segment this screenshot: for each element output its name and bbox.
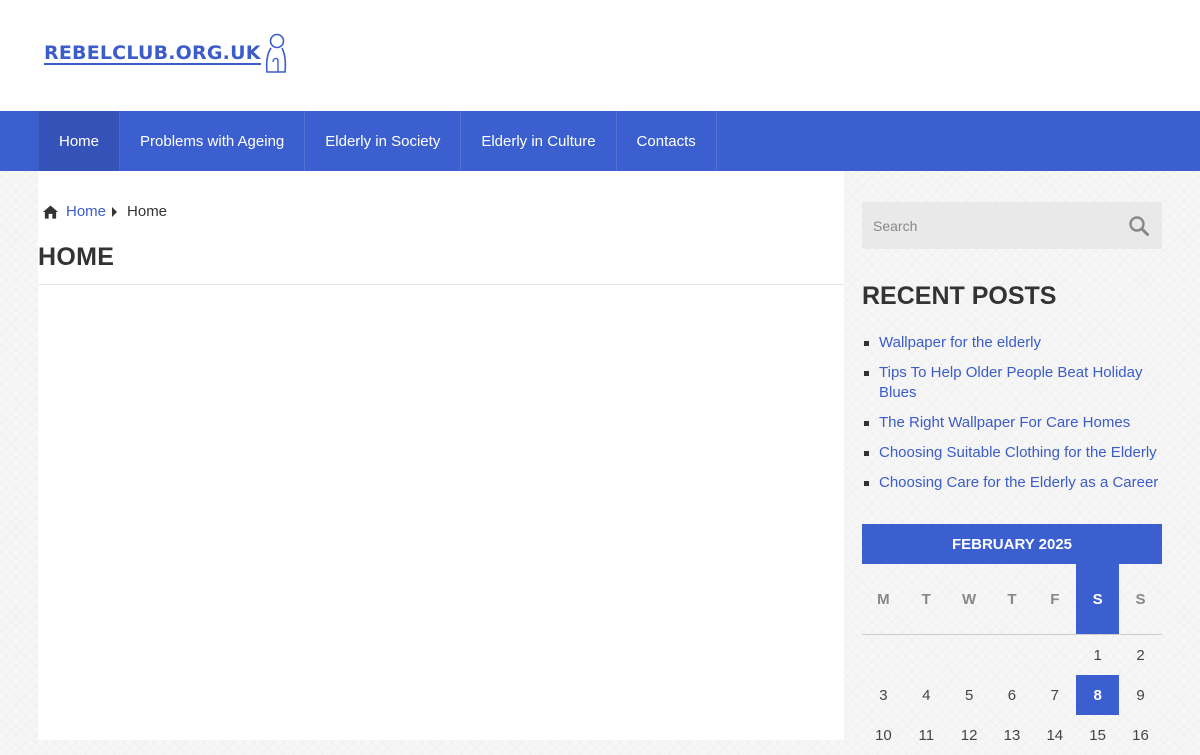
weekday-label: F [1050, 590, 1060, 608]
logo-text: REBELCLUB.ORG.UK [44, 42, 261, 65]
recent-post-link[interactable]: The Right Wallpaper For Care Homes [879, 414, 1130, 431]
calendar-day[interactable]: 15 [1076, 715, 1119, 755]
breadcrumb-current: Home [127, 203, 168, 220]
calendar-day[interactable]: 11 [905, 715, 948, 755]
calendar-week: 10 11 12 13 14 15 16 [862, 715, 1162, 755]
calendar-weekdays: M T W T F S S [862, 564, 1162, 635]
calendar-day[interactable]: 6 [991, 675, 1034, 715]
title-divider [38, 284, 844, 285]
main-content: Home Home HOME [38, 171, 844, 740]
weekday-label: T [1007, 590, 1017, 608]
calendar-day[interactable]: 1 [1076, 635, 1119, 675]
calendar-day[interactable]: 9 [1119, 675, 1162, 715]
weekday-label: M [877, 590, 890, 608]
calendar-day[interactable]: 3 [862, 675, 905, 715]
elder-figure-logo-icon [265, 33, 286, 73]
weekday-label-highlighted: S [1076, 564, 1120, 634]
calendar-day-empty [991, 635, 1034, 675]
recent-post-link[interactable]: Tips To Help Older People Beat Holiday B… [879, 364, 1142, 401]
calendar-day[interactable]: 10 [862, 715, 905, 755]
caret-right-icon [112, 206, 118, 217]
recent-post-link[interactable]: Choosing Suitable Clothing for the Elder… [879, 444, 1157, 461]
list-item: Wallpaper for the elderly [862, 333, 1162, 353]
calendar-day[interactable]: 13 [991, 715, 1034, 755]
calendar-day[interactable]: 12 [948, 715, 991, 755]
main-navigation: Home Problems with Ageing Elderly in Soc… [0, 111, 1200, 171]
search-input[interactable] [862, 202, 1112, 249]
list-item: The Right Wallpaper For Care Homes [862, 413, 1162, 433]
calendar-day-today[interactable]: 8 [1076, 675, 1120, 715]
nav-elderly-in-culture[interactable]: Elderly in Culture [461, 111, 617, 171]
calendar-day[interactable]: 4 [905, 675, 948, 715]
page-title: HOME [38, 243, 115, 271]
breadcrumb: Home Home [43, 203, 167, 220]
nav-home[interactable]: Home [38, 111, 121, 171]
calendar-week: 1 2 [862, 635, 1162, 675]
site-header: REBELCLUB.ORG.UK [0, 0, 1200, 111]
calendar-day-empty [1033, 635, 1076, 675]
list-item: Tips To Help Older People Beat Holiday B… [862, 363, 1162, 403]
weekday-label: S [1135, 590, 1146, 608]
weekday-label: W [962, 590, 977, 608]
list-item: Choosing Care for the Elderly as a Caree… [862, 473, 1162, 493]
calendar-day[interactable]: 14 [1033, 715, 1076, 755]
nav-contacts[interactable]: Contacts [617, 111, 717, 171]
calendar-day-empty [948, 635, 991, 675]
calendar-day-empty [862, 635, 905, 675]
calendar-week: 3 4 5 6 7 8 9 [862, 675, 1162, 715]
nav-elderly-in-society[interactable]: Elderly in Society [305, 111, 462, 171]
calendar-day[interactable]: 7 [1033, 675, 1076, 715]
calendar-widget: FEBRUARY 2025 M T W T F S S 1 2 3 4 5 6 … [862, 524, 1162, 755]
calendar-month: FEBRUARY 2025 [862, 524, 1162, 564]
search-icon[interactable] [1128, 215, 1150, 237]
recent-post-link[interactable]: Choosing Care for the Elderly as a Caree… [879, 474, 1158, 491]
calendar-day[interactable]: 5 [948, 675, 991, 715]
recent-posts-list: Wallpaper for the elderly Tips To Help O… [862, 333, 1162, 503]
weekday-label: T [921, 590, 931, 608]
home-icon [43, 204, 58, 219]
recent-post-link[interactable]: Wallpaper for the elderly [879, 334, 1041, 351]
list-item: Choosing Suitable Clothing for the Elder… [862, 443, 1162, 463]
site-logo[interactable]: REBELCLUB.ORG.UK [44, 32, 289, 76]
calendar-day[interactable]: 16 [1119, 715, 1162, 755]
recent-posts-title: RECENT POSTS [862, 282, 1057, 310]
breadcrumb-home-link[interactable]: Home [66, 203, 106, 220]
calendar-day[interactable]: 2 [1119, 635, 1162, 675]
calendar-day-empty [905, 635, 948, 675]
search-form [862, 202, 1162, 249]
nav-problems-with-ageing[interactable]: Problems with Ageing [120, 111, 306, 171]
